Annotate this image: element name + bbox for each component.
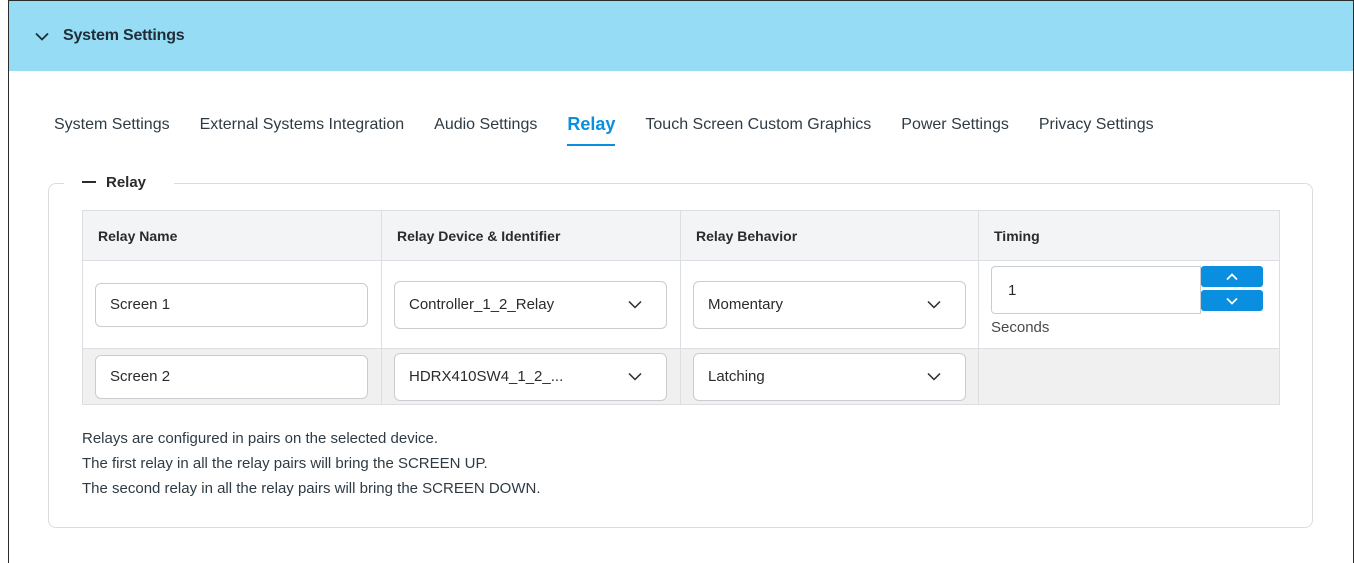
tab-external-systems-integration[interactable]: External Systems Integration xyxy=(200,116,405,150)
tab-audio-settings[interactable]: Audio Settings xyxy=(434,116,537,150)
tab-relay[interactable]: Relay xyxy=(567,114,616,148)
timing-unit-label: Seconds xyxy=(991,319,1050,336)
relay-device-cell: HDRX410SW4_1_2_... xyxy=(381,348,681,405)
relay-behavior-select[interactable]: Latching xyxy=(693,352,966,401)
tab-privacy-settings[interactable]: Privacy Settings xyxy=(1039,116,1154,150)
panel-title: System Settings xyxy=(63,27,185,44)
relay-behavior-cell: Latching xyxy=(680,348,979,405)
timing-input[interactable]: 1 xyxy=(991,266,1201,314)
relay-device-value: Controller_1_2_Relay xyxy=(409,296,555,313)
section-title: Relay xyxy=(106,173,147,191)
relay-behavior-select[interactable]: Momentary xyxy=(693,280,966,329)
timing-cell-empty xyxy=(978,348,1280,405)
table-header-row: Relay Name Relay Device & Identifier Rel… xyxy=(82,210,1280,261)
column-header-timing: Timing xyxy=(978,210,1280,261)
relay-name-cell: Screen 2 xyxy=(82,348,382,405)
column-header-relay-device: Relay Device & Identifier xyxy=(381,210,681,261)
relay-device-cell: Controller_1_2_Relay xyxy=(381,260,681,349)
timing-cell: 1 Seconds xyxy=(978,260,1280,349)
note-line: The second relay in all the relay pairs … xyxy=(82,480,541,497)
relay-section-toggle[interactable]: Relay xyxy=(64,171,175,193)
chevron-down-icon xyxy=(628,372,642,382)
relay-behavior-value: Momentary xyxy=(708,296,784,313)
chevron-down-icon xyxy=(927,372,941,382)
relay-notes: Relays are configured in pairs on the se… xyxy=(82,426,541,501)
relay-behavior-cell: Momentary xyxy=(680,260,979,349)
settings-tabs: System Settings External Systems Integra… xyxy=(54,114,1184,150)
note-line: Relays are configured in pairs on the se… xyxy=(82,430,439,447)
timing-control: 1 Seconds xyxy=(991,261,1267,348)
chevron-down-icon xyxy=(628,300,642,310)
tab-power-settings[interactable]: Power Settings xyxy=(901,116,1009,150)
relay-table: Relay Name Relay Device & Identifier Rel… xyxy=(82,210,1280,405)
column-header-relay-name: Relay Name xyxy=(82,210,382,261)
relay-name-input[interactable]: Screen 2 xyxy=(95,354,368,399)
system-settings-panel-header[interactable]: System Settings xyxy=(9,1,1353,71)
decrement-button[interactable] xyxy=(1201,290,1263,311)
timing-stepper xyxy=(1201,266,1263,311)
tab-system-settings[interactable]: System Settings xyxy=(54,116,170,150)
chevron-up-icon xyxy=(1226,272,1238,280)
chevron-down-icon[interactable] xyxy=(33,27,51,45)
increment-button[interactable] xyxy=(1201,266,1263,287)
relay-behavior-value: Latching xyxy=(708,368,765,385)
relay-name-cell: Screen 1 xyxy=(82,260,382,349)
relay-device-select[interactable]: Controller_1_2_Relay xyxy=(394,280,667,329)
relay-device-value: HDRX410SW4_1_2_... xyxy=(409,368,564,385)
table-row: Screen 2 HDRX410SW4_1_2_... Latching xyxy=(82,348,1280,405)
relay-name-input[interactable]: Screen 1 xyxy=(95,282,368,327)
column-header-relay-behavior: Relay Behavior xyxy=(680,210,979,261)
tab-touch-screen-custom-graphics[interactable]: Touch Screen Custom Graphics xyxy=(645,116,871,150)
chevron-down-icon xyxy=(927,300,941,310)
note-line: The first relay in all the relay pairs w… xyxy=(82,455,488,472)
table-row: Screen 1 Controller_1_2_Relay Momentary xyxy=(82,260,1280,349)
chevron-down-icon xyxy=(1226,297,1238,305)
minus-icon xyxy=(82,181,96,183)
relay-device-select[interactable]: HDRX410SW4_1_2_... xyxy=(394,352,667,401)
